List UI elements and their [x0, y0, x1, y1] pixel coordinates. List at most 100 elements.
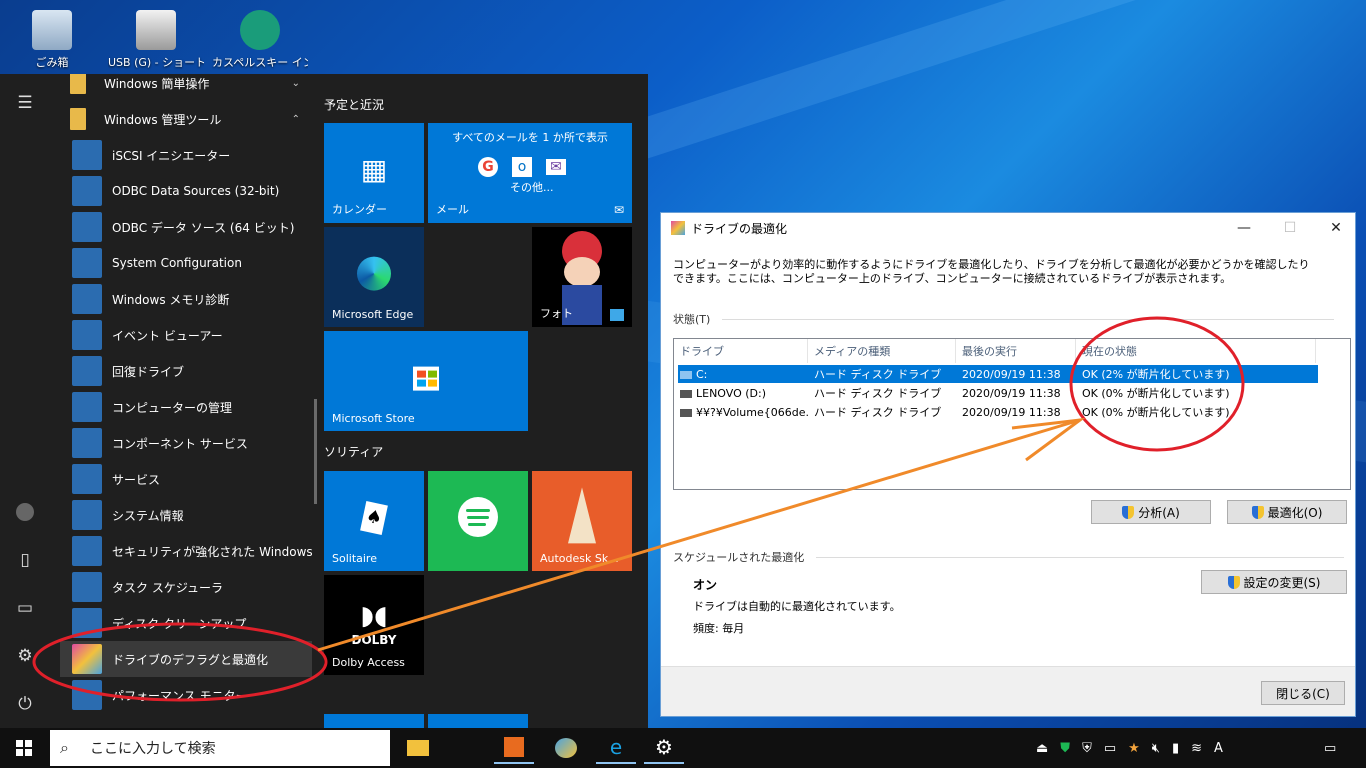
recovery-drive-icon: [72, 356, 102, 386]
app-item-windows-defender-firewall[interactable]: セキュリティが強化された Windows De...: [60, 533, 312, 569]
tile-autodesk[interactable]: Autodesk Sk...: [532, 471, 632, 571]
desktop-icon-kaspersky[interactable]: カスペルスキー インター: [212, 2, 308, 70]
group-title-solitaire: ソリティア: [324, 445, 384, 459]
app-item-disk-cleanup[interactable]: ディスク クリーンアップ: [60, 605, 312, 641]
settings-gear-icon[interactable]: ⚙: [14, 645, 36, 667]
documents-icon[interactable]: ▯: [14, 549, 36, 571]
taskbar-internet-explorer[interactable]: e: [596, 732, 636, 764]
tile-partial[interactable]: [428, 714, 528, 728]
ime-indicator[interactable]: A: [1214, 741, 1223, 756]
app-item-defrag-optimize[interactable]: ドライブのデフラグと最適化: [60, 641, 312, 677]
tile-partial[interactable]: [324, 714, 424, 728]
app-item-iscsi[interactable]: iSCSI イニシエーター: [60, 137, 312, 173]
app-item-label: ディスク クリーンアップ: [112, 616, 247, 631]
hard-drive-icon: [680, 389, 692, 398]
app-item-memory-diagnostic[interactable]: Windows メモリ診断: [60, 281, 312, 317]
column-header-drive[interactable]: ドライブ: [674, 339, 808, 363]
tile-label: メール: [436, 203, 469, 216]
app-item-services[interactable]: サービス: [60, 461, 312, 497]
desktop-icon-usb[interactable]: USB (G) - ショートカット: [108, 2, 204, 70]
app-item-recovery-drive[interactable]: 回復ドライブ: [60, 353, 312, 389]
app-item-task-scheduler[interactable]: タスク スケジューラ: [60, 569, 312, 605]
desktop-icon-label: ごみ箱: [35, 56, 69, 69]
app-item-event-viewer[interactable]: イベント ビューアー: [60, 317, 312, 353]
status-cell: OK (0% が断片化しています): [1082, 387, 1230, 400]
yahoo-mail-icon: ✉: [546, 159, 566, 175]
tile-solitaire[interactable]: ♠ Solitaire: [324, 471, 424, 571]
tile-mail[interactable]: すべてのメールを 1 か所で表示 G o ✉ その他... メール ✉: [428, 123, 632, 223]
taskbar-paint[interactable]: [546, 732, 586, 764]
taskbar-settings[interactable]: ⚙: [644, 732, 684, 764]
volume-muted-icon[interactable]: 🔇︎: [1152, 741, 1160, 756]
app-item-component-services[interactable]: コンポーネント サービス: [60, 425, 312, 461]
change-settings-button[interactable]: 設定の変更(S): [1201, 570, 1347, 594]
app-item-computer-management[interactable]: コンピューターの管理: [60, 389, 312, 425]
schedule-state: オン: [693, 578, 718, 592]
desktop-icon-recycle-bin[interactable]: ごみ箱: [4, 2, 100, 70]
tile-calendar[interactable]: ▦ カレンダー: [324, 123, 424, 223]
tile-dolby[interactable]: ◗◖ DOLBY Dolby Access: [324, 575, 424, 675]
pictures-icon[interactable]: ▭: [14, 597, 36, 619]
taskbar-search-box[interactable]: ⌕ ここに入力して検索: [50, 730, 390, 766]
store-bag-icon: [413, 366, 439, 391]
usb-tray-icon[interactable]: ⏏: [1036, 741, 1048, 756]
app-item-system-configuration[interactable]: System Configuration: [60, 245, 312, 281]
pencil-icon: [568, 487, 596, 544]
hamburger-menu-icon[interactable]: ☰: [14, 92, 36, 114]
tile-spotify[interactable]: [428, 471, 528, 571]
column-header-current-status[interactable]: 現在の状態: [1076, 339, 1316, 363]
app-item-system-information[interactable]: システム情報: [60, 497, 312, 533]
divider: [722, 318, 1335, 320]
app-item-label: タスク スケジューラ: [112, 580, 223, 595]
app-item-label: セキュリティが強化された Windows De...: [112, 544, 312, 559]
scheduled-section-header: スケジュールされた最適化: [673, 549, 1349, 565]
spotify-icon: [458, 497, 498, 537]
close-button[interactable]: 閉じる(C): [1261, 681, 1345, 705]
battery-icon[interactable]: ▮: [1172, 741, 1179, 756]
column-header-last-run[interactable]: 最後の実行: [956, 339, 1076, 363]
app-item-windows-ease-of-access[interactable]: Windows 簡単操作 ⌄: [60, 74, 312, 101]
system-tray: ⏏ ⛊ ⛨ ▭ ★ 🔇︎ ▮ ≋ A: [1030, 728, 1229, 768]
tile-photos[interactable]: フォト: [532, 227, 632, 327]
taskbar-file-explorer[interactable]: [398, 732, 438, 764]
app-item-label: System Configuration: [112, 256, 242, 270]
column-header-media-type[interactable]: メディアの種類: [808, 339, 956, 363]
app-item-performance-monitor[interactable]: パフォーマンス モニター: [60, 677, 312, 713]
chevron-up-icon: ⌃: [291, 113, 300, 125]
power-icon[interactable]: ⏻: [14, 693, 36, 715]
taskbar-media-player[interactable]: [494, 732, 534, 764]
tile-label: Microsoft Edge: [332, 308, 414, 321]
notification-center[interactable]: ▭: [1318, 728, 1342, 768]
table-row[interactable]: C: ハード ディスク ドライブ 2020/09/19 11:38 OK (2%…: [678, 365, 1318, 383]
app-item-windows-admin-tools[interactable]: Windows 管理ツール ⌃: [60, 101, 312, 137]
table-row[interactable]: LENOVO (D:) ハード ディスク ドライブ 2020/09/19 11:…: [678, 384, 1318, 402]
tile-edge[interactable]: Microsoft Edge: [324, 227, 424, 327]
drive-optimize-dialog: ドライブの最適化 — ☐ ✕ コンピューターがより効率的に動作するようにドライブ…: [660, 212, 1356, 717]
group-title-plans: 予定と近況: [324, 98, 385, 112]
defender-shield-icon[interactable]: ⛨: [1082, 741, 1092, 756]
user-account-icon[interactable]: [14, 501, 36, 523]
wifi-icon[interactable]: ≋: [1191, 741, 1202, 756]
table-row[interactable]: ¥¥?¥Volume{066de... ハード ディスク ドライブ 2020/0…: [678, 403, 1318, 421]
photo-character-face: [564, 257, 600, 287]
folder-icon: [70, 74, 86, 94]
app-list-scrollbar[interactable]: [314, 399, 317, 504]
star-tray-icon[interactable]: ★: [1128, 741, 1140, 756]
optimize-button[interactable]: 最適化(O): [1227, 500, 1347, 524]
analyze-button[interactable]: 分析(A): [1091, 500, 1211, 524]
chevron-down-icon: ⌄: [291, 77, 300, 89]
app-item-odbc-64[interactable]: ODBC データ ソース (64 ビット): [60, 209, 312, 245]
app-item-odbc-32[interactable]: ODBC Data Sources (32-bit): [60, 173, 312, 209]
minimize-button[interactable]: —: [1221, 213, 1267, 243]
firewall-icon: [72, 536, 102, 566]
drive-list[interactable]: ドライブ メディアの種類 最後の実行 現在の状態 C: ハード ディスク ドライ…: [673, 338, 1351, 490]
photos-icon: [610, 309, 624, 321]
start-button[interactable]: [0, 728, 48, 768]
close-icon[interactable]: ✕: [1313, 213, 1359, 243]
monitor-icon[interactable]: ▭: [1104, 741, 1116, 756]
app-item-label: Windows 管理ツール: [104, 112, 222, 127]
security-shield-icon[interactable]: ⛊: [1060, 741, 1070, 756]
tile-store[interactable]: Microsoft Store: [324, 331, 528, 431]
settings-gear-icon: ⚙: [655, 735, 673, 759]
status-label: 状態(T): [673, 313, 711, 326]
